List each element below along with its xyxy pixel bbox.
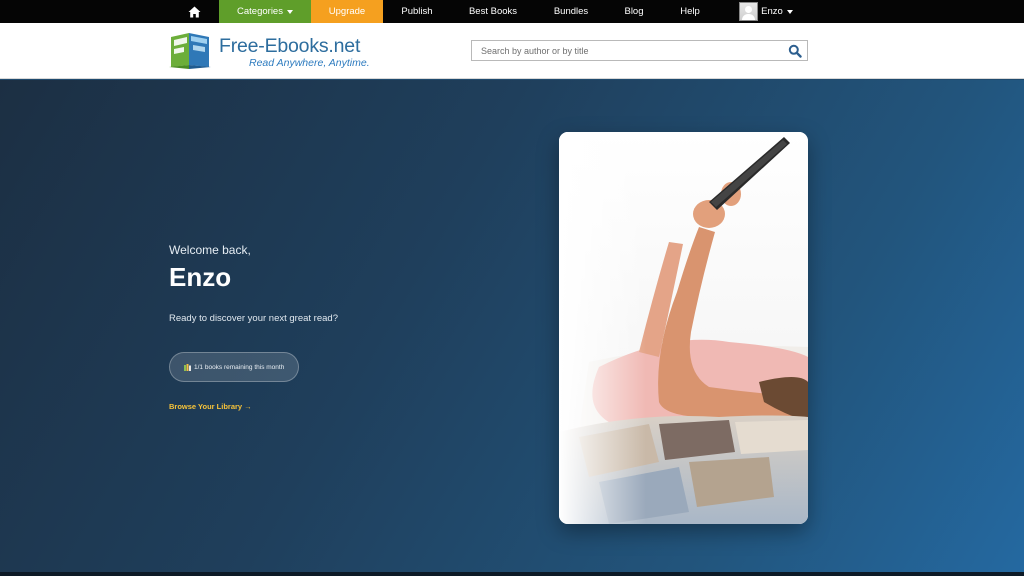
logo-tagline: Read Anywhere, Anytime. <box>249 57 370 69</box>
hero-tagline: Ready to discover your next great read? <box>169 313 338 324</box>
user-name: Enzo <box>761 6 783 17</box>
nav-help[interactable]: Help <box>661 0 719 23</box>
books-remaining-text: 1/1 books remaining this month <box>194 363 285 371</box>
nav-upgrade-label: Upgrade <box>328 6 366 17</box>
logo-text: Free-Ebooks.net <box>219 35 361 57</box>
user-menu[interactable]: Enzo <box>731 0 801 23</box>
nav-bundles[interactable]: Bundles <box>535 0 607 23</box>
nav-blog-label: Blog <box>624 6 644 17</box>
site-header: Free-Ebooks.net Read Anywhere, Anytime. <box>0 23 1024 79</box>
search-input[interactable] <box>472 41 772 61</box>
nav-help-label: Help <box>680 6 700 17</box>
nav-publish-label: Publish <box>401 6 433 17</box>
bottom-strip <box>0 572 1024 576</box>
chevron-down-icon <box>786 9 793 14</box>
books-remaining-badge: 1/1 books remaining this month <box>169 352 299 382</box>
book-logo-icon <box>169 33 211 69</box>
search-box <box>471 40 808 61</box>
nav-best-books-label: Best Books <box>468 6 518 17</box>
nav-best-books[interactable]: Best Books <box>451 0 535 23</box>
books-icon <box>184 363 191 371</box>
nav-bundles-label: Bundles <box>553 6 589 17</box>
avatar <box>739 2 759 21</box>
search-icon[interactable] <box>788 44 802 58</box>
nav-home[interactable] <box>174 0 214 23</box>
browse-library-link[interactable]: Browse Your Library → <box>169 402 252 411</box>
nav-categories[interactable]: Categories <box>219 0 311 23</box>
chevron-down-icon <box>286 9 293 14</box>
top-navigation: Categories Upgrade Publish Best Books Bu… <box>0 0 1024 23</box>
nav-blog[interactable]: Blog <box>607 0 661 23</box>
hero-section: Welcome back, Enzo Ready to discover you… <box>0 80 1024 576</box>
nav-publish[interactable]: Publish <box>383 0 451 23</box>
welcome-text: Welcome back, <box>169 243 251 257</box>
hero-photo <box>559 132 808 524</box>
woman-reading-tablet-illustration <box>559 132 808 524</box>
user-greeting-name: Enzo <box>169 262 232 292</box>
nav-categories-label: Categories <box>237 6 283 17</box>
home-icon <box>188 6 200 17</box>
site-logo[interactable]: Free-Ebooks.net Read Anywhere, Anytime. <box>169 31 370 71</box>
nav-upgrade[interactable]: Upgrade <box>311 0 383 23</box>
